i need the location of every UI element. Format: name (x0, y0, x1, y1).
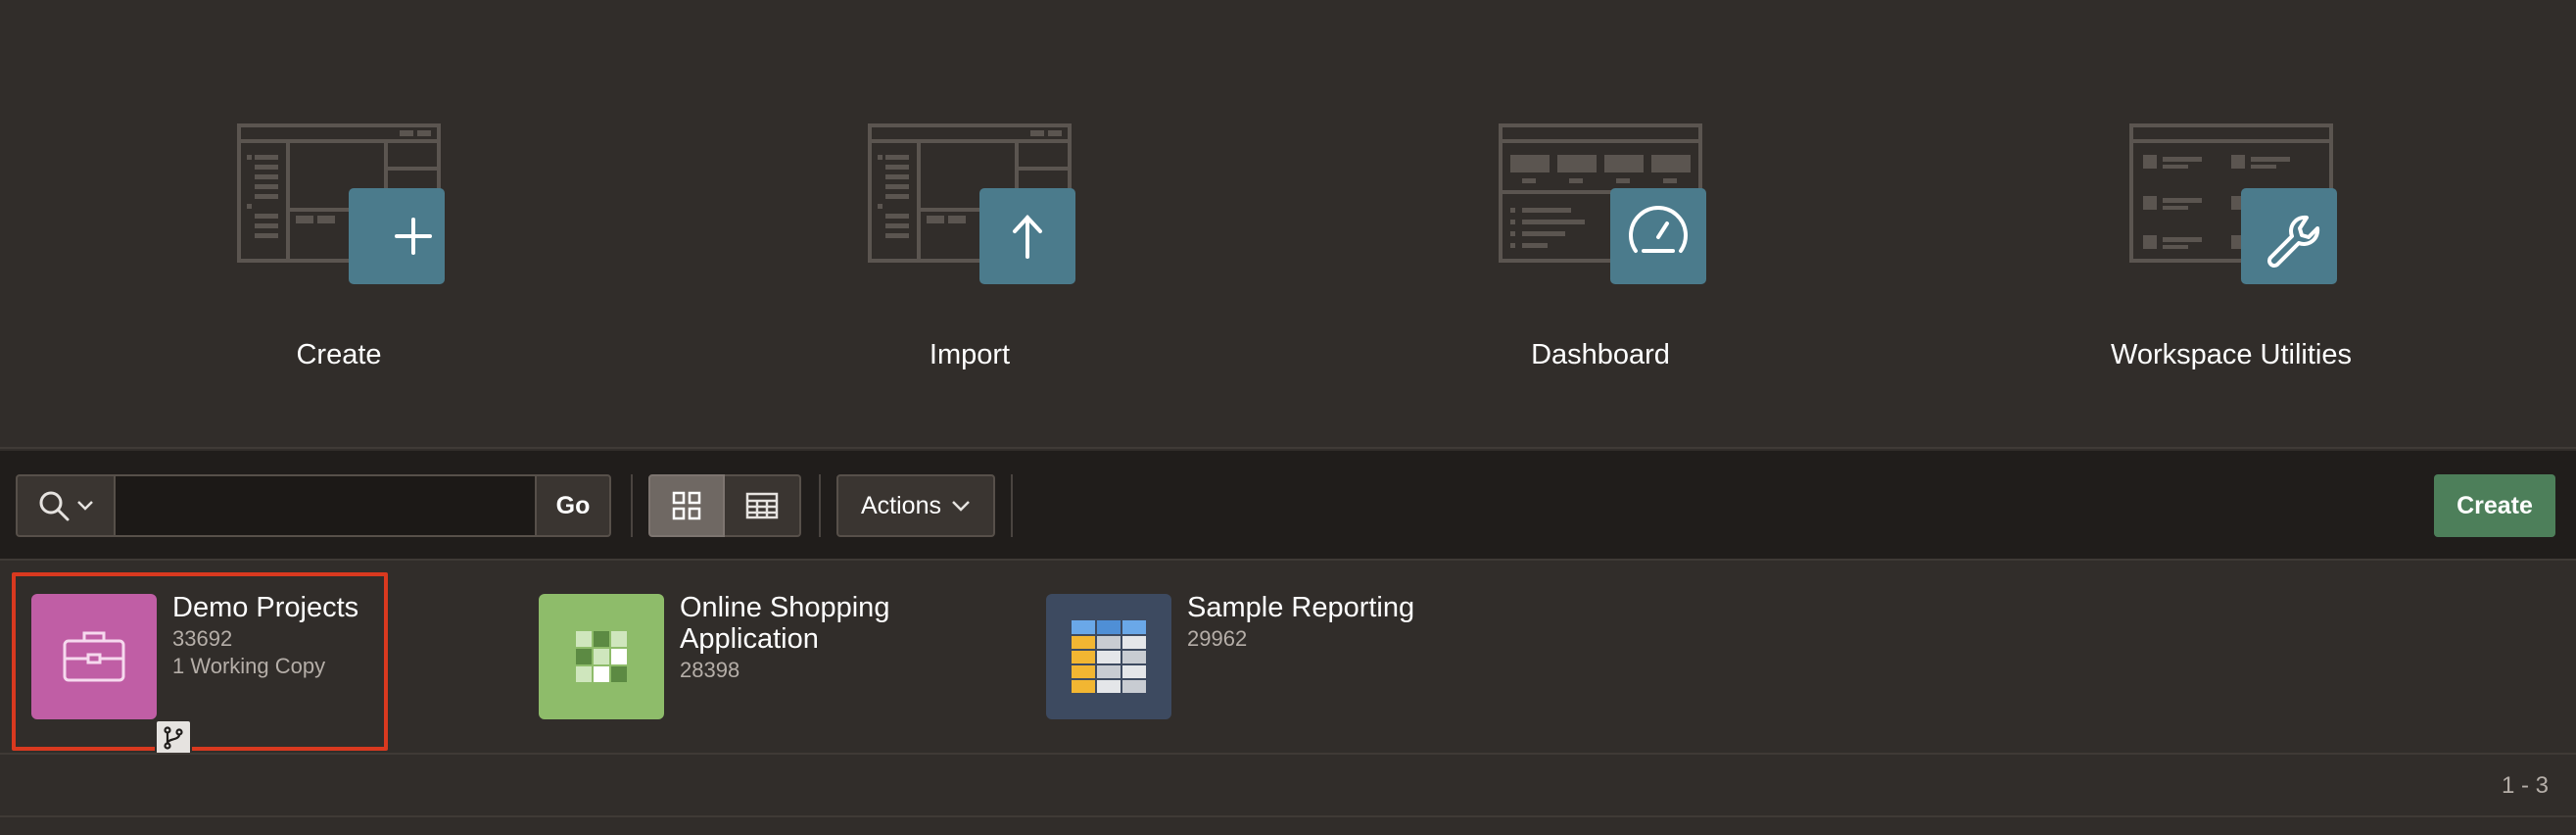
app-icon (1046, 594, 1171, 719)
workspace-utilities-illustration-icon (2129, 123, 2337, 284)
working-copy-badge (155, 719, 192, 757)
app-id: 33692 (172, 626, 233, 651)
app-working-copies: 1 Working Copy (172, 654, 326, 678)
actions-menu-button[interactable]: Actions (836, 474, 995, 537)
grid-view-icon (672, 491, 701, 520)
create-app-button[interactable]: Create (2434, 474, 2555, 537)
application-list: Demo Projects 33692 1 Working Copy Onlin… (0, 563, 2576, 757)
hero-tile-label: Workspace Utilities (2110, 339, 2353, 370)
toolbar-divider (1011, 474, 1013, 537)
hero-tile-dashboard[interactable]: Dashboard (1287, 0, 1914, 449)
hero-tile-label: Import (929, 339, 1011, 370)
hero-section: Create Import Dashboard Workspace Utilit… (0, 0, 2576, 449)
import-illustration-icon (868, 123, 1075, 284)
app-id: 29962 (1187, 626, 1248, 651)
app-name: Online Shopping Application (680, 592, 890, 655)
go-button[interactable]: Go (535, 474, 611, 537)
report-table-icon (1072, 620, 1146, 693)
search-icon (39, 491, 70, 521)
toolbar: Go Actions Create (0, 451, 2576, 561)
pagination-bar: 1 - 3 (0, 753, 2576, 817)
report-view-button[interactable] (725, 474, 801, 537)
search-options-button[interactable] (16, 474, 116, 537)
app-card-sample-reporting[interactable]: Sample Reporting 29962 (1017, 563, 1516, 753)
icon-view-button[interactable] (648, 474, 725, 537)
pagination-range: 1 - 3 (2501, 772, 2549, 799)
search-group: Go (16, 474, 611, 537)
app-icon (31, 594, 192, 757)
toolbar-divider (819, 474, 821, 537)
app-id: 28398 (680, 658, 740, 682)
chevron-down-icon (77, 501, 93, 511)
grid-table-icon (576, 631, 627, 682)
app-card-online-shopping[interactable]: Online Shopping Application 28398 (509, 563, 1009, 753)
toolbar-divider (631, 474, 633, 537)
hero-tile-label: Create (296, 339, 382, 370)
briefcase-icon (63, 631, 125, 682)
search-input[interactable] (116, 474, 535, 537)
app-name: Sample Reporting (1187, 592, 1415, 623)
app-card-demo-projects[interactable]: Demo Projects 33692 1 Working Copy (0, 563, 500, 757)
branch-icon (164, 726, 183, 750)
view-switcher (648, 474, 801, 537)
app-icon (539, 594, 664, 719)
hero-tile-create[interactable]: Create (25, 0, 652, 449)
create-illustration-icon (237, 123, 445, 284)
chevron-down-icon (952, 501, 970, 512)
hero-tile-label: Dashboard (1531, 339, 1670, 370)
dashboard-illustration-icon (1499, 123, 1706, 284)
hero-tile-workspace-utilities[interactable]: Workspace Utilities (1918, 0, 2545, 449)
actions-label: Actions (861, 491, 941, 519)
app-name: Demo Projects (172, 592, 359, 623)
table-view-icon (745, 492, 779, 519)
hero-tile-import[interactable]: Import (656, 0, 1283, 449)
